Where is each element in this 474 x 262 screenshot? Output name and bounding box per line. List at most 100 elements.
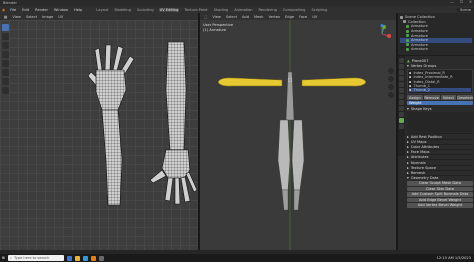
tab-modeling[interactable]: Modeling	[114, 8, 132, 12]
armature-icon	[406, 34, 409, 38]
menu-render[interactable]: Render	[34, 8, 49, 12]
chevron-down-icon: ▾	[407, 176, 409, 181]
chevron-down-icon: ▾	[407, 63, 409, 68]
vertex-group-buttons: Assign Remove Select Deselect	[407, 95, 473, 100]
taskbar-search-input[interactable]: ⌕ Type here to search	[8, 255, 65, 261]
viewport-nav-tools	[388, 68, 394, 98]
left-leg-mesh	[277, 119, 291, 191]
uv-editor-type-icon[interactable]: ▦	[4, 15, 7, 19]
chevron-right-icon: ▸	[407, 160, 409, 165]
select-button[interactable]: Select	[440, 95, 457, 100]
uv-menu-view[interactable]: View	[12, 15, 21, 19]
vp-menu-edge[interactable]: Edge	[285, 15, 294, 19]
armature-icon	[406, 47, 409, 51]
uv-editor-header: ▦ View Select Image UV	[0, 13, 198, 20]
constraints-tab-icon[interactable]	[399, 112, 404, 117]
material-tab-icon[interactable]	[399, 124, 404, 129]
camera-icon[interactable]	[388, 84, 394, 90]
assign-button[interactable]: Assign	[407, 95, 423, 100]
right-arm-bones	[301, 77, 367, 87]
chevron-right-icon: ▸	[407, 165, 409, 170]
clear-skin-data-button[interactable]: Clear Skin Data	[407, 186, 473, 192]
ortho-icon[interactable]	[388, 92, 394, 98]
tab-shading[interactable]: Shading	[213, 8, 230, 12]
vp-menu-mesh[interactable]: Mesh	[254, 15, 263, 19]
remove-button[interactable]: Remove	[423, 95, 440, 100]
left-arm-bones	[217, 77, 283, 87]
chevron-right-icon: ▸	[407, 139, 409, 144]
3d-viewport[interactable]	[200, 20, 396, 250]
tab-rendering[interactable]: Rendering	[258, 8, 278, 12]
add-vertex-bevel-weight-button[interactable]: Add Vertex Bevel Weight	[407, 203, 473, 208]
vp-menu-add[interactable]: Add	[242, 15, 249, 19]
deselect-button[interactable]: Deselect	[457, 95, 473, 100]
chevron-right-icon: ▸	[407, 134, 409, 139]
tool-tab-icon[interactable]	[399, 58, 404, 63]
right-leg-mesh	[291, 119, 305, 191]
navigation-gizmo[interactable]	[372, 24, 392, 44]
mesh-data-icon: ▲	[407, 58, 410, 63]
armature-icon	[406, 38, 409, 42]
menu-file[interactable]: File	[9, 8, 17, 12]
armature-icon	[406, 24, 409, 28]
outliner-row[interactable]: Armature	[400, 47, 472, 52]
chevron-right-icon: ▸	[407, 150, 409, 155]
physics-tab-icon[interactable]	[399, 106, 404, 111]
uv-islands	[87, 41, 198, 206]
pan-icon[interactable]	[388, 76, 394, 82]
data-tab-icon[interactable]	[399, 118, 404, 123]
clock-time[interactable]: 12:15 AM	[437, 256, 454, 260]
tab-sculpting[interactable]: Sculpting	[136, 8, 155, 12]
shape-keys-list	[407, 112, 473, 133]
world-tab-icon[interactable]	[399, 82, 404, 87]
weight-field[interactable]: Weight	[407, 100, 473, 106]
tab-scripting[interactable]: Scripting	[310, 8, 328, 12]
blender-logo-icon[interactable]: ◉	[2, 8, 5, 12]
scene-selector[interactable]: Scene	[457, 7, 474, 12]
menu-help[interactable]: Help	[73, 8, 83, 12]
output-tab-icon[interactable]	[399, 70, 404, 75]
uv-menu-uv[interactable]: UV	[58, 15, 63, 19]
list-item[interactable]: ▪ Thumb_2	[409, 88, 471, 93]
object-tab-icon[interactable]	[399, 88, 404, 93]
armature-icon	[406, 43, 409, 47]
blender-taskbar-icon[interactable]	[91, 255, 97, 261]
particles-tab-icon[interactable]	[399, 100, 404, 105]
file-explorer-icon[interactable]	[75, 255, 81, 261]
tab-animation[interactable]: Animation	[233, 8, 253, 12]
spine-bones	[285, 71, 295, 121]
uv-menu-image[interactable]: Image	[42, 15, 53, 19]
vp-menu-vertex[interactable]: Vertex	[268, 15, 280, 19]
tab-uv-editing[interactable]: UV Editing	[158, 7, 180, 12]
task-view-icon[interactable]	[67, 255, 73, 261]
tab-texture-paint[interactable]: Texture Paint	[183, 8, 208, 12]
add-edge-bevel-weight-button[interactable]: Add Edge Bevel Weight	[407, 197, 473, 203]
render-tab-icon[interactable]	[399, 64, 404, 69]
vp-menu-uv[interactable]: UV	[312, 15, 317, 19]
vertex-groups-panel-title[interactable]: ▾ Vertex Groups	[407, 63, 473, 68]
menu-edit[interactable]: Edit	[21, 8, 30, 12]
modifier-tab-icon[interactable]	[399, 94, 404, 99]
section-geometry-data[interactable]: ▾ Geometry Data	[407, 174, 473, 181]
add-custom-split-normals-button[interactable]: Add Custom Split Normals Data	[407, 192, 473, 197]
shape-keys-panel-title[interactable]: ▾ Shape Keys	[407, 106, 473, 111]
menu-window[interactable]: Window	[53, 8, 69, 12]
tab-layout[interactable]: Layout	[95, 8, 109, 12]
armature-scene	[217, 20, 367, 250]
viewport-type-icon[interactable]: ⬚	[204, 15, 207, 19]
uv-menu-select[interactable]: Select	[26, 15, 37, 19]
vp-menu-view[interactable]: View	[212, 15, 221, 19]
clear-sculpt-mask-button[interactable]: Clear Sculpt Mask Data	[407, 181, 473, 186]
viewport-header: ⬚ View Select Add Mesh Vertex Edge Face …	[200, 13, 396, 20]
scene-tab-icon[interactable]	[399, 76, 404, 81]
tab-compositing[interactable]: Compositing	[282, 8, 307, 12]
vp-menu-select[interactable]: Select	[226, 15, 237, 19]
taskbar: ⊞ ⌕ Type here to search 12:15 AM 1/5/2023	[0, 254, 474, 262]
vp-menu-face[interactable]: Face	[299, 15, 307, 19]
zoom-icon[interactable]	[388, 68, 394, 74]
clock-date[interactable]: 1/5/2023	[455, 256, 471, 260]
windows-start-icon[interactable]: ⊞	[2, 256, 5, 260]
app-taskbar-icon[interactable]	[99, 255, 105, 261]
edge-browser-icon[interactable]	[83, 255, 89, 261]
uv-editor-viewport[interactable]	[0, 20, 198, 250]
